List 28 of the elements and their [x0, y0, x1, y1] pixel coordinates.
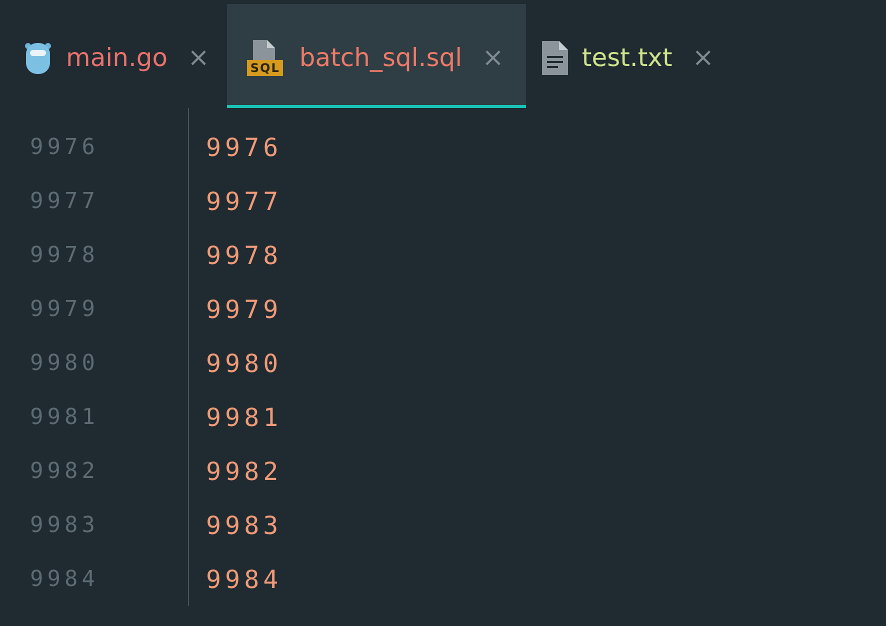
tab-label: main.go — [66, 43, 168, 72]
file-tab[interactable]: SQL batch_sql.sql × — [227, 4, 526, 108]
tab-label: test.txt — [582, 43, 672, 72]
file-tab[interactable]: test.txt × — [526, 4, 732, 108]
code-line: 9984 — [206, 564, 282, 594]
line-number: 9983 — [29, 512, 99, 538]
code-line: 9981 — [206, 402, 282, 432]
code-line: 9980 — [206, 348, 282, 378]
code-line: 9979 — [206, 294, 282, 324]
line-number: 9978 — [29, 242, 99, 268]
code-line: 9977 — [206, 186, 282, 216]
line-number: 9976 — [29, 134, 99, 160]
code-line: 9978 — [206, 240, 282, 270]
line-number: 9977 — [29, 188, 99, 214]
line-number: 9981 — [29, 404, 99, 430]
tab-label: batch_sql.sql — [299, 43, 462, 72]
line-number: 9979 — [29, 296, 99, 322]
line-number: 9980 — [29, 350, 99, 376]
code-line: 9976 — [206, 132, 282, 162]
code-line: 9983 — [206, 510, 282, 540]
close-button[interactable]: × — [480, 42, 506, 72]
close-button[interactable]: × — [186, 42, 212, 72]
document-icon — [542, 40, 568, 74]
file-tab[interactable]: main.go × — [8, 4, 228, 108]
close-button[interactable]: × — [690, 42, 716, 72]
code-line: 9982 — [206, 456, 282, 486]
line-number: 9984 — [29, 566, 99, 592]
line-number: 9982 — [29, 458, 99, 484]
